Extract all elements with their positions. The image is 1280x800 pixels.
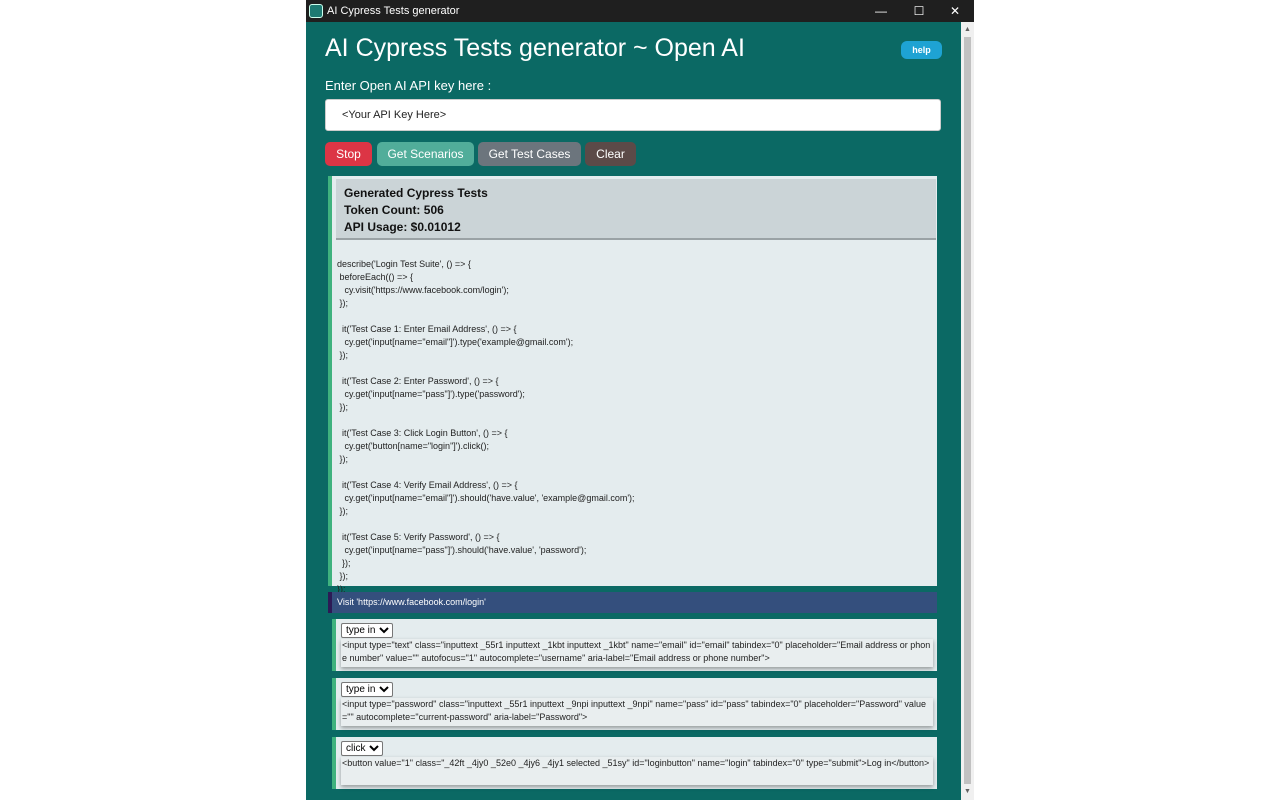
window-title: AI Cypress Tests generator [327,5,460,17]
scroll-up-arrow-icon[interactable]: ▲ [961,24,974,36]
maximize-button[interactable]: ☐ [900,0,938,22]
app-window: AI Cypress Tests generator — ☐ ✕ AI Cypr… [306,0,974,800]
visit-step: Visit 'https://www.facebook.com/login' [328,592,937,613]
minimize-button[interactable]: — [862,0,900,22]
main-content: AI Cypress Tests generator ~ Open AI hel… [306,22,961,800]
app-logo-icon [309,4,323,18]
close-button[interactable]: ✕ [936,0,974,22]
api-key-input[interactable] [325,99,941,131]
get-scenarios-button[interactable]: Get Scenarios [377,142,474,166]
action-select[interactable]: click [341,741,383,756]
action-select[interactable]: type in [341,682,393,697]
result-heading: Generated Cypress Tests [344,186,488,200]
element-html: <input type="text" class="inputtext _55r… [341,639,933,667]
step-item: click <button value="1" class="_42ft _4j… [332,737,937,789]
step-item: type in <input type="password" class="in… [332,678,937,730]
page-title: AI Cypress Tests generator ~ Open AI [325,34,745,62]
generated-tests-panel: Generated Cypress Tests Token Count: 506… [328,176,937,594]
stop-button[interactable]: Stop [325,142,372,166]
element-html: <button value="1" class="_42ft _4jy0 _52… [341,757,933,785]
element-html: <input type="password" class="inputtext … [341,698,933,726]
api-usage: API Usage: $0.01012 [344,220,461,234]
api-key-label: Enter Open AI API key here : [325,78,492,93]
vertical-scrollbar[interactable]: ▲ ▼ [961,22,974,800]
title-bar: AI Cypress Tests generator — ☐ ✕ [306,0,974,22]
token-count: Token Count: 506 [344,203,444,217]
scrollbar-thumb[interactable] [964,37,971,784]
result-summary: Generated Cypress Tests Token Count: 506… [336,179,936,240]
action-select[interactable]: type in [341,623,393,638]
clear-button[interactable]: Clear [585,142,636,166]
help-button[interactable]: help [901,41,942,59]
scroll-down-arrow-icon[interactable]: ▼ [961,786,974,798]
get-test-cases-button[interactable]: Get Test Cases [478,142,581,166]
step-item: type in <input type="text" class="inputt… [332,619,937,671]
generated-code: describe('Login Test Suite', () => { bef… [337,259,635,594]
